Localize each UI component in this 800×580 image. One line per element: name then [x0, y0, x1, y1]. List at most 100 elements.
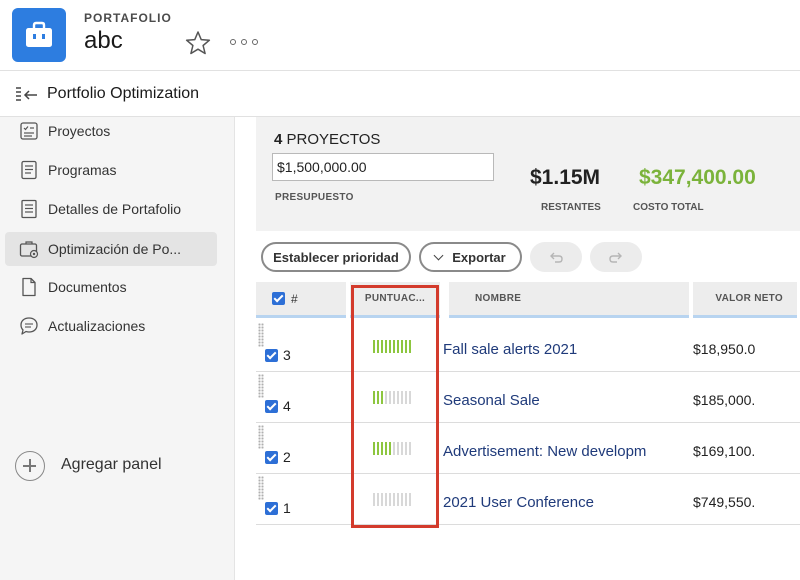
- set-priority-button[interactable]: Establecer prioridad: [261, 242, 411, 272]
- score-segment: [393, 340, 395, 353]
- drag-handle-icon[interactable]: [258, 374, 264, 398]
- collapse-sidebar-icon[interactable]: [14, 85, 40, 105]
- score-segment: [389, 391, 391, 404]
- score-segment: [385, 391, 387, 404]
- score-segment: [385, 340, 387, 353]
- table-row[interactable]: 1 2021 User Conference $749,550.: [256, 474, 800, 525]
- drag-handle-icon[interactable]: [258, 323, 264, 347]
- add-panel-button[interactable]: Agregar panel: [15, 451, 215, 481]
- score-segment: [377, 340, 379, 353]
- plus-circle-icon: [15, 451, 45, 481]
- column-header-score[interactable]: PUNTUAC...: [350, 282, 440, 318]
- page-title: Portfolio Optimization: [47, 85, 200, 102]
- star-icon[interactable]: [185, 30, 211, 56]
- score-segment: [377, 442, 379, 455]
- score-segment: [397, 391, 399, 404]
- sidebar-item-projects[interactable]: Proyectos: [5, 114, 217, 148]
- remaining-label: RESTANTES: [541, 202, 601, 213]
- score-segment: [381, 493, 383, 506]
- projects-icon: [19, 121, 39, 141]
- sidebar-item-label: Actualizaciones: [48, 318, 146, 334]
- column-header-number[interactable]: #: [256, 282, 346, 318]
- project-count: 4 PROYECTOS: [274, 131, 380, 148]
- sidebar-item-updates[interactable]: Actualizaciones: [5, 309, 217, 343]
- drag-handle-icon[interactable]: [258, 476, 264, 500]
- score-segment: [401, 442, 403, 455]
- net-value: $749,550.: [693, 494, 756, 510]
- score-segment: [405, 493, 407, 506]
- score-segment: [393, 442, 395, 455]
- table-row[interactable]: 4 Seasonal Sale $185,000.: [256, 372, 800, 423]
- table-header: # PUNTUAC... NOMBRE VALOR NETO: [256, 282, 800, 320]
- score-bar: [373, 340, 411, 353]
- app-root: PORTAFOLIO abc Portfolio Optimization Pr…: [0, 0, 800, 580]
- export-label: Exportar: [452, 249, 506, 265]
- documents-icon: [19, 277, 39, 297]
- project-name-link[interactable]: Advertisement: New developm: [443, 443, 650, 460]
- project-count-number: 4: [274, 131, 283, 148]
- sidebar-item-documents[interactable]: Documentos: [5, 270, 217, 304]
- main-content: 4 PROYECTOS PRESUPUESTO $1.15M RESTANTES…: [236, 117, 800, 580]
- more-options-icon[interactable]: [230, 33, 258, 51]
- column-header-net-value[interactable]: VALOR NETO: [693, 282, 797, 318]
- export-button[interactable]: Exportar: [419, 242, 522, 272]
- net-value: $185,000.: [693, 392, 756, 408]
- score-segment: [381, 340, 383, 353]
- score-segment: [389, 493, 391, 506]
- sidebar-item-programs[interactable]: Programas: [5, 153, 217, 187]
- table-row[interactable]: 2 Advertisement: New developm $169,100.: [256, 423, 800, 474]
- page-titlebar: Portfolio Optimization: [0, 72, 800, 117]
- row-number: 3: [283, 347, 291, 363]
- score-segment: [405, 340, 407, 353]
- score-bar: [373, 442, 411, 455]
- score-segment: [393, 391, 395, 404]
- table-row[interactable]: 3 Fall sale alerts 2021 $18,950.0: [256, 321, 800, 372]
- score-segment: [385, 442, 387, 455]
- score-segment: [373, 493, 375, 506]
- sidebar-item-optimization[interactable]: Optimización de Po...: [5, 232, 217, 266]
- score-segment: [381, 391, 383, 404]
- score-segment: [409, 442, 411, 455]
- score-segment: [373, 340, 375, 353]
- score-segment: [385, 493, 387, 506]
- project-name-link[interactable]: Fall sale alerts 2021: [443, 341, 650, 358]
- row-checkbox[interactable]: [265, 451, 278, 464]
- portfolio-name: abc: [84, 27, 123, 54]
- row-number: 4: [283, 398, 291, 414]
- briefcase-icon: [12, 8, 66, 62]
- chevron-down-icon: [433, 250, 444, 260]
- score-segment: [401, 493, 403, 506]
- score-segment: [373, 391, 375, 404]
- row-checkbox[interactable]: [265, 502, 278, 515]
- programs-icon: [19, 160, 39, 180]
- sidebar-item-details[interactable]: Detalles de Portafolio: [5, 192, 217, 226]
- project-name-link[interactable]: 2021 User Conference: [443, 494, 650, 511]
- score-bar: [373, 493, 411, 506]
- score-segment: [401, 391, 403, 404]
- redo-button[interactable]: [590, 242, 642, 272]
- column-number-label: #: [291, 291, 298, 306]
- row-checkbox[interactable]: [265, 400, 278, 413]
- column-header-name[interactable]: NOMBRE: [449, 282, 689, 318]
- portfolio-header: PORTAFOLIO abc: [0, 0, 800, 71]
- drag-handle-icon[interactable]: [258, 425, 264, 449]
- budget-label: PRESUPUESTO: [275, 192, 354, 203]
- row-checkbox[interactable]: [265, 349, 278, 362]
- select-all-checkbox[interactable]: [272, 292, 285, 305]
- sidebar-item-label: Detalles de Portafolio: [48, 201, 182, 217]
- details-icon: [19, 199, 39, 219]
- budget-input[interactable]: [272, 153, 494, 181]
- score-segment: [377, 493, 379, 506]
- sidebar: Proyectos Programas Detalles de Portafol…: [0, 117, 235, 580]
- score-segment: [397, 340, 399, 353]
- sidebar-item-label: Optimización de Po...: [48, 241, 182, 257]
- undo-button[interactable]: [530, 242, 582, 272]
- score-segment: [393, 493, 395, 506]
- total-cost-value: $347,400.00: [639, 166, 756, 189]
- project-name-link[interactable]: Seasonal Sale: [443, 392, 650, 409]
- project-count-label: PROYECTOS: [286, 131, 381, 148]
- score-segment: [389, 340, 391, 353]
- score-segment: [409, 340, 411, 353]
- sidebar-item-label: Programas: [48, 162, 117, 178]
- score-segment: [401, 340, 403, 353]
